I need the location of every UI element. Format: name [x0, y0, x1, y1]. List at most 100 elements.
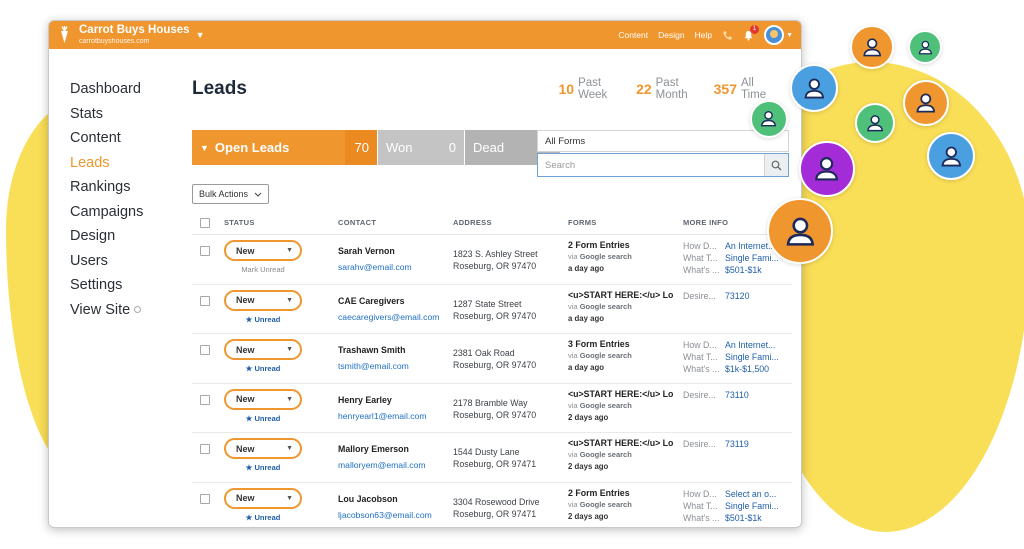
table-row[interactable]: New ▼ ★ Unread Henry Earley henryearl1@email… [192, 384, 792, 433]
row-checkbox[interactable] [200, 444, 210, 454]
nav-content[interactable]: Content [618, 30, 648, 40]
contact-email-link[interactable]: henryearl1@email.com [338, 411, 453, 421]
tab-count: 0 [448, 140, 456, 155]
sidebar-item-leads[interactable]: Leads [70, 151, 180, 176]
more-info-value[interactable]: $501-$1k [725, 512, 789, 524]
sidebar-item-dashboard[interactable]: Dashboard [70, 77, 180, 102]
form-filter-select[interactable]: All Forms [537, 130, 789, 152]
chevron-down-icon[interactable]: ▼ [196, 30, 205, 40]
brand[interactable]: Carrot Buys Houses carrotbuyshouses.com [79, 25, 190, 45]
sidebar-item-users[interactable]: Users [70, 249, 180, 274]
floating-avatar [903, 80, 949, 126]
form-source: via Google search [568, 302, 683, 311]
header-status[interactable]: STATUS [224, 218, 338, 227]
status-dropdown[interactable]: New ▼ [224, 438, 302, 459]
row-checkbox-cell [192, 240, 224, 256]
search-button[interactable] [764, 154, 788, 176]
bulk-actions-select[interactable]: Bulk Actions [192, 184, 270, 204]
row-checkbox[interactable] [200, 345, 210, 355]
nav-help[interactable]: Help [695, 30, 712, 40]
sidebar-item-content[interactable]: Content [70, 126, 180, 151]
table-row[interactable]: New ▼ ★ Unread CAE Caregivers caecaregivers@… [192, 285, 792, 334]
phone-icon[interactable] [722, 30, 733, 41]
contact-name[interactable]: Henry Earley [338, 395, 453, 405]
address-line-2: Roseburg, OR 97470 [453, 310, 537, 321]
contact-email-link[interactable]: sarahv@email.com [338, 262, 453, 272]
form-entry-title[interactable]: 2 Form Entries [568, 240, 683, 250]
read-status[interactable]: ★ Unread [224, 315, 302, 324]
more-info-line: What's ... $1k-$1,500 [683, 363, 792, 375]
header-contact[interactable]: CONTACT [338, 218, 453, 227]
more-info-value[interactable]: 73120 [725, 290, 789, 302]
tab-open-leads[interactable]: ▼ Open Leads 70 [192, 130, 377, 165]
sidebar-item-view-site[interactable]: View Site [70, 298, 180, 323]
contact-name[interactable]: Lou Jacobson [338, 494, 453, 504]
form-entry-title[interactable]: 3 Form Entries [568, 339, 683, 349]
read-status[interactable]: Mark Unread [224, 265, 302, 274]
form-entry-title[interactable]: 2 Form Entries [568, 488, 683, 498]
more-info-value[interactable]: $501-$1k [725, 264, 789, 276]
select-all-checkbox[interactable] [200, 217, 210, 228]
header-address[interactable]: ADDRESS [453, 218, 568, 227]
row-checkbox[interactable] [200, 394, 210, 405]
more-info-key: What T... [683, 253, 718, 263]
status-dropdown[interactable]: New ▼ [224, 289, 302, 311]
top-bar: Carrot Buys Houses carrotbuyshouses.com … [49, 21, 801, 49]
more-info-value[interactable]: Select an o... [725, 488, 789, 500]
table-row[interactable]: New ▼ ★ Unread Mallory Emerson malloryem@ema… [192, 433, 792, 483]
more-info-value[interactable]: $1k-$1,500 [725, 363, 789, 375]
contact-name[interactable]: Sarah Vernon [338, 246, 453, 256]
sidebar-item-design[interactable]: Design [70, 224, 180, 249]
header-checkbox-cell [192, 217, 224, 228]
row-checkbox-cell [192, 290, 224, 306]
read-status[interactable]: ★ Unread [224, 463, 302, 472]
contact-cell: Trashawn Smith tsmith@email.com [338, 339, 453, 371]
row-checkbox[interactable] [200, 295, 210, 306]
table-row[interactable]: New ▼ ★ Unread Trashawn Smith tsmith@email.c… [192, 334, 792, 384]
account-menu[interactable]: ▼ [764, 25, 793, 45]
table-row[interactable]: New ▼ Mark Unread Sarah Vernon sarahv@email.… [192, 235, 792, 285]
form-source-value: Google search [579, 499, 632, 509]
more-info-value[interactable]: Single Fami... [725, 351, 789, 363]
notifications[interactable]: 1 [743, 24, 760, 41]
sidebar-item-stats[interactable]: Stats [70, 102, 180, 127]
contact-name[interactable]: Trashawn Smith [338, 345, 453, 355]
contact-email-link[interactable]: caecaregivers@email.com [338, 312, 453, 322]
more-info-value[interactable]: An Internet... [725, 339, 789, 351]
more-info-value[interactable]: 73110 [725, 389, 789, 401]
read-status[interactable]: ★ Unread [224, 513, 302, 522]
tab-won[interactable]: Won 0 [378, 130, 464, 165]
form-entry-title[interactable]: <u>START HERE:</u> Lo [568, 290, 683, 300]
sidebar-item-campaigns[interactable]: Campaigns [70, 200, 180, 225]
caret-down-icon: ▼ [286, 395, 293, 403]
nav-design[interactable]: Design [658, 30, 684, 40]
row-checkbox[interactable] [200, 493, 210, 504]
row-checkbox[interactable] [200, 246, 210, 256]
sidebar-item-settings[interactable]: Settings [70, 273, 180, 298]
read-status[interactable]: ★ Unread [224, 414, 302, 423]
status-dropdown[interactable]: New ▼ [224, 388, 302, 410]
sidebar-item-rankings[interactable]: Rankings [70, 175, 180, 200]
contact-name[interactable]: CAE Caregivers [338, 296, 453, 306]
avatar [764, 25, 785, 45]
more-info-key: How D... [683, 241, 717, 251]
form-time: 2 days ago [568, 462, 609, 471]
contact-name[interactable]: Mallory Emerson [338, 444, 453, 454]
form-entry-title[interactable]: <u>START HERE:</u> Lo [568, 438, 683, 448]
contact-email-link[interactable]: malloryem@email.com [338, 460, 453, 470]
status-dropdown[interactable]: New ▼ [224, 339, 302, 360]
contact-email-link[interactable]: tsmith@email.com [338, 361, 453, 371]
carrot-logo-icon[interactable] [57, 26, 71, 44]
search-input[interactable] [538, 154, 764, 176]
form-entry-title[interactable]: <u>START HERE:</u> Lo [568, 389, 683, 399]
table-row[interactable]: New ▼ ★ Unread Lou Jacobson ljacobson63@emai… [192, 483, 792, 528]
contact-email-link[interactable]: ljacobson63@email.com [338, 510, 453, 520]
more-info-value[interactable]: Single Fami... [725, 500, 789, 512]
header-forms[interactable]: FORMS [568, 218, 683, 227]
status-dropdown[interactable]: New ▼ [224, 240, 302, 261]
more-info-value[interactable]: 73119 [725, 438, 789, 450]
status-dropdown[interactable]: New ▼ [224, 487, 302, 509]
read-status[interactable]: ★ Unread [224, 364, 302, 373]
read-status-label: Unread [254, 364, 281, 373]
status-cell: New ▼ ★ Unread [224, 289, 338, 324]
